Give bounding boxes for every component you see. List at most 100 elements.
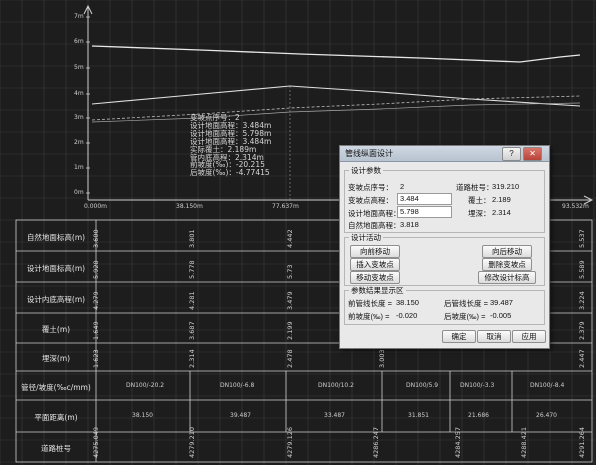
table-cell-design_ground: 5.73 <box>286 264 294 279</box>
table-cell-depth: 3.003 <box>378 349 386 368</box>
point-no-label: 变坡点序号： <box>348 183 393 192</box>
table-cell-pipe_slope: DN100/5.9 <box>406 382 439 389</box>
table-cell-design_ground: 5.589 <box>578 260 586 279</box>
table-cell-cover: 1.649 <box>92 321 100 340</box>
table-cell-pipe_slope: DN100/10.2 <box>318 382 354 389</box>
cover-label: 覆土： <box>468 196 491 205</box>
x-tick-label: 38.150m <box>176 203 203 210</box>
table-cell-station: 4279.210 <box>188 426 196 458</box>
table-cell-depth: 2.478 <box>286 349 294 368</box>
table-cell-natural_ground: 3.801 <box>188 229 196 248</box>
design-ground-input[interactable]: 5.798 <box>397 206 452 218</box>
row-label-cover: 覆土(m) <box>41 325 71 334</box>
grade-point-annotation: 变坡点序号：2 设计地面高程：3.484m 设计地面高程：5.798m 设计地面… <box>190 114 271 178</box>
x-tick-label: 77.637m <box>272 203 299 210</box>
table-cell-depth: 1.623 <box>92 349 100 368</box>
cancel-button[interactable]: 取消 <box>477 330 511 343</box>
table-cell-depth: 2.447 <box>578 349 586 368</box>
help-button[interactable]: ? <box>502 147 521 161</box>
y-tick-label: 6m <box>74 38 84 45</box>
move-forward-button[interactable]: 向前移动 <box>350 245 400 258</box>
table-cell-plan_distance: 39.487 <box>230 412 251 419</box>
y-tick-label: 3m <box>74 114 84 121</box>
back-slope-value: -0.005 <box>490 311 512 320</box>
close-icon[interactable]: ✕ <box>523 147 542 161</box>
design-ground-label: 设计地面高程： <box>348 209 401 218</box>
table-cell-station: 4275.049 <box>92 426 100 458</box>
table-cell-invert: 4.281 <box>188 291 196 310</box>
y-tick-label: 0m <box>74 189 84 196</box>
y-tick-label: 2m <box>74 139 84 146</box>
y-tick-label: 1m <box>74 164 84 171</box>
table-cell-cover: 3.687 <box>188 321 196 340</box>
back-length-label: 后管线长度 = <box>444 299 488 308</box>
row-label-depth: 埋深(m) <box>41 354 71 363</box>
natural-ground-value: 3.818 <box>400 220 419 229</box>
design-actions-legend: 设计活动 <box>351 233 381 242</box>
pipeline-profile-dialog[interactable]: 管线纵面设计 ? ✕ 设计参数 变坡点序号： 2 道路桩号： 319.210 变… <box>339 145 550 349</box>
front-slope-value: -0.020 <box>396 311 418 320</box>
y-tick-label: 7m <box>74 13 84 20</box>
table-cell-station: 4279.126 <box>286 426 294 458</box>
annotation-line: 后坡度(‰)：-4.77415 <box>190 168 270 178</box>
table-cell-plan_distance: 33.487 <box>324 412 345 419</box>
move-point-button[interactable]: 移动变坡点 <box>350 271 400 284</box>
table-cell-station: 4286.247 <box>372 426 380 458</box>
table-cell-plan_distance: 38.150 <box>132 412 153 419</box>
table-cell-station: 4291.264 <box>578 426 586 458</box>
table-cell-depth: 2.314 <box>188 349 196 368</box>
edit-elevation-button[interactable]: 修改设计标高 <box>478 271 536 284</box>
table-cell-pipe_slope: DN100/-8.4 <box>530 382 565 389</box>
insert-point-button[interactable]: 插入变坡点 <box>350 258 400 271</box>
delete-point-button[interactable]: 删除变坡点 <box>482 258 532 271</box>
row-label-natural-ground: 自然地面标高(m) <box>26 233 86 242</box>
x-tick-label: 0.000m <box>84 203 108 210</box>
table-cell-natural_ground: 3.600 <box>92 229 100 248</box>
natural-ground-label: 自然地面高程： <box>348 221 401 230</box>
row-label-invert: 设计内底高程(m) <box>26 295 86 304</box>
table-cell-invert: 3.479 <box>286 291 294 310</box>
row-label-pipe-slope: 管径/坡度(‰c/mm) <box>21 383 91 392</box>
front-length-label: 前管线长度 = <box>348 299 392 308</box>
row-label-design-ground: 设计地面标高(m) <box>26 264 86 273</box>
row-label-station: 道路桩号 <box>41 444 71 453</box>
table-cell-pipe_slope: DN100/-3.3 <box>460 382 495 389</box>
table-cell-design_ground: 5.778 <box>188 260 196 279</box>
front-slope-label: 前坡度(‰) = <box>348 312 390 321</box>
table-cell-station: 4284.257 <box>454 426 462 458</box>
road-station-label: 道路桩号： <box>456 183 494 192</box>
table-cell-cover: 2.379 <box>578 321 586 340</box>
x-tick-label: 93.532m <box>562 203 589 210</box>
back-length-value: 39.487 <box>490 298 513 307</box>
table-cell-design_ground: 5.928 <box>92 260 100 279</box>
apply-button[interactable]: 应用 <box>512 330 546 343</box>
ok-button[interactable]: 确定 <box>442 330 476 343</box>
depth-label: 埋深： <box>468 209 491 218</box>
table-cell-plan_distance: 26.470 <box>536 412 557 419</box>
y-tick-label: 5m <box>74 64 84 71</box>
table-cell-plan_distance: 31.851 <box>408 412 429 419</box>
depth-value: 2.314 <box>492 208 511 217</box>
table-cell-invert: 3.224 <box>578 291 586 310</box>
back-slope-label: 后坡度(‰) = <box>444 312 486 321</box>
dialog-title: 管线纵面设计 <box>345 149 393 158</box>
move-backward-button[interactable]: 向后移动 <box>482 245 532 258</box>
table-cell-natural_ground: 5.537 <box>578 229 586 248</box>
road-station-value: 319.210 <box>492 182 520 191</box>
design-params-legend: 设计参数 <box>351 166 381 175</box>
front-length-value: 38.150 <box>396 298 419 307</box>
table-cell-pipe_slope: DN100/-20.2 <box>126 382 165 389</box>
table-cell-invert: 4.279 <box>92 291 100 310</box>
point-elev-label: 变坡点高程： <box>348 196 393 205</box>
y-tick-label: 4m <box>74 90 84 97</box>
point-elev-input[interactable]: 3.484 <box>397 193 452 205</box>
results-legend: 参数结果显示区 <box>351 286 404 295</box>
table-cell-cover: 2.199 <box>286 321 294 340</box>
table-cell-natural_ground: 4.442 <box>286 229 294 248</box>
point-no-value: 2 <box>400 182 405 191</box>
table-cell-pipe_slope: DN100/-6.8 <box>220 382 255 389</box>
row-label-plan-distance: 平面距离(m) <box>34 413 78 422</box>
dialog-title-bar[interactable]: 管线纵面设计 ? ✕ <box>340 146 549 162</box>
table-cell-station: 4288.421 <box>520 426 528 458</box>
table-cell-plan_distance: 21.686 <box>468 412 489 419</box>
